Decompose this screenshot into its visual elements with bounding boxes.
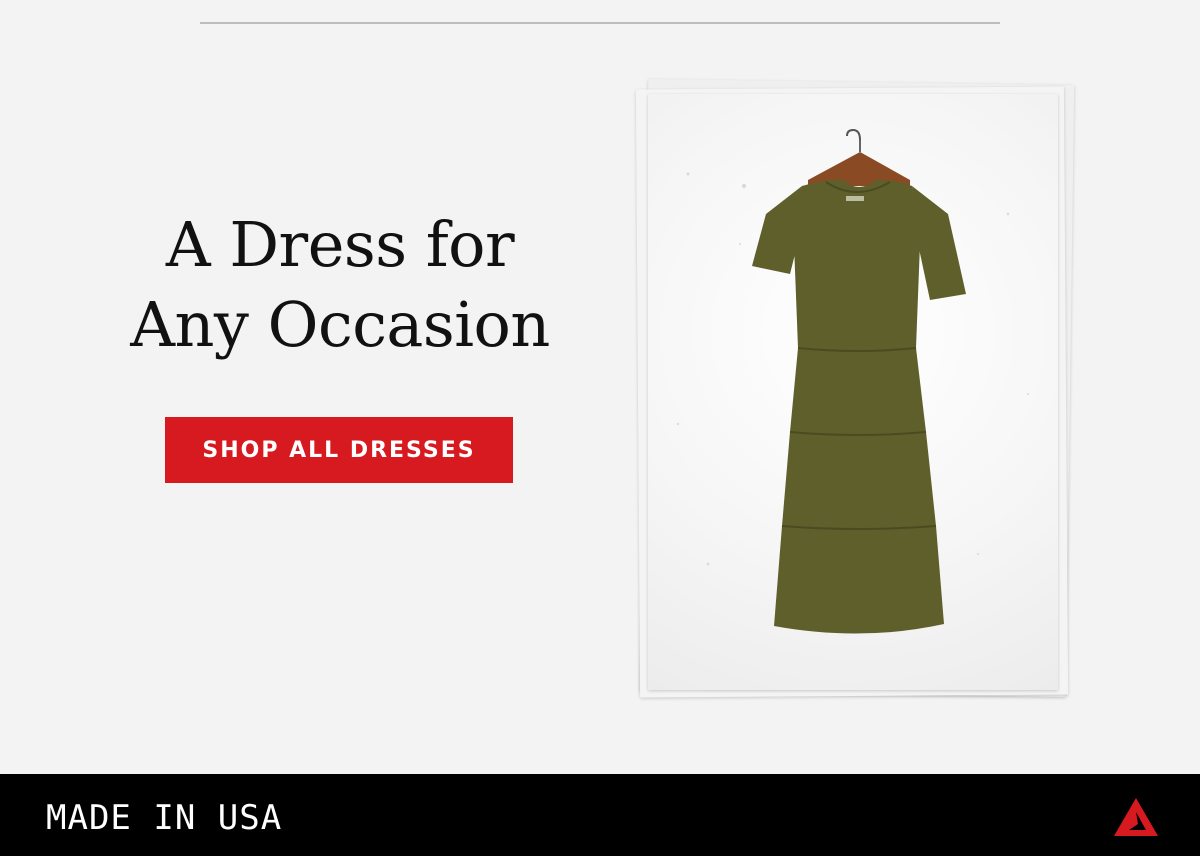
dress-image — [676, 128, 1029, 634]
made-in-usa-label: MADE IN USA — [46, 798, 283, 838]
dress-label — [846, 196, 864, 201]
brand-triangle-logo-icon[interactable] — [1112, 796, 1160, 838]
page-headline: A Dress for Any Occasion — [40, 205, 640, 365]
hanger-icon — [808, 128, 910, 186]
photo-paper-front — [648, 94, 1058, 690]
shop-all-dresses-button[interactable]: SHOP ALL DRESSES — [165, 417, 513, 483]
product-photo[interactable] — [630, 79, 1090, 710]
dress-shape — [752, 179, 966, 634]
headline-line-1: A Dress for — [165, 208, 515, 281]
footer-bar: MADE IN USA — [0, 774, 1200, 856]
top-divider — [200, 22, 1000, 24]
headline-line-2: Any Occasion — [130, 288, 550, 361]
